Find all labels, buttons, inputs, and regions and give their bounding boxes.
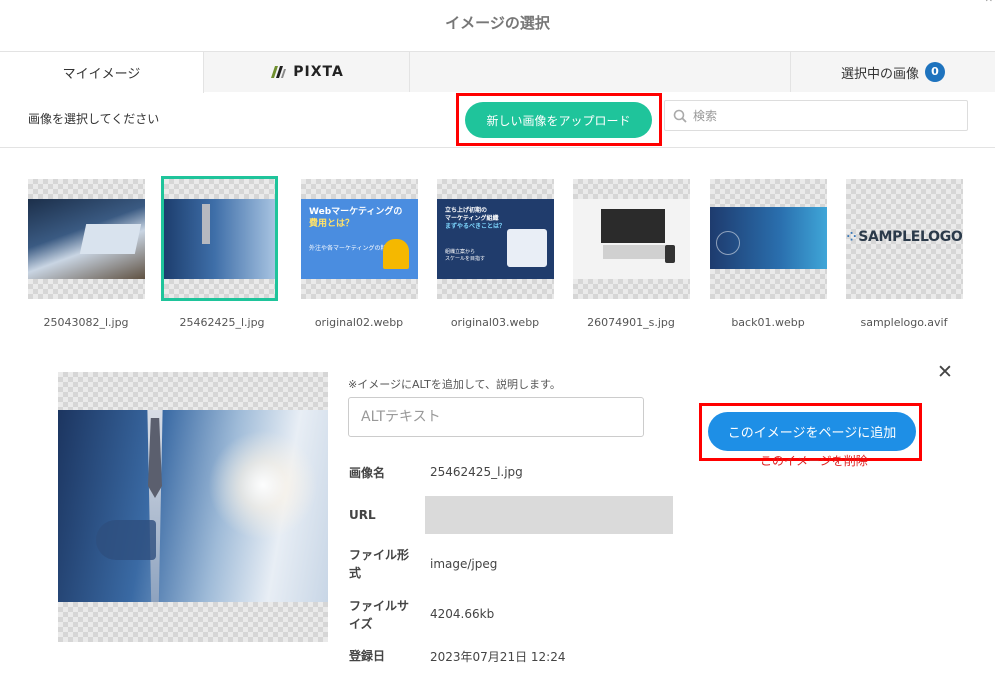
- pixta-label: PIXTA: [293, 64, 344, 80]
- toolbar: 画像を選択してください 新しい画像をアップロード: [0, 92, 995, 148]
- tab-spacer: [410, 52, 791, 92]
- search-input[interactable]: [693, 108, 953, 123]
- pixta-mark-icon: [271, 66, 287, 78]
- add-to-page-button[interactable]: このイメージをページに追加: [708, 412, 916, 451]
- dialog-header: イメージの選択: [0, 0, 995, 52]
- dialog-title: イメージの選択: [445, 14, 550, 32]
- info-value-url: [425, 496, 673, 534]
- selected-count-badge: 0: [925, 62, 945, 82]
- info-label-name: 画像名: [349, 466, 386, 480]
- tab-bar: マイイメージ PIXTA 選択中の画像 0: [0, 52, 995, 93]
- gallery-item-label: 25462425_l.jpg: [179, 316, 265, 329]
- thumbnail-image: 立ち上げ初期の マーケティング組織 まずやるべきことは？ 組織立案から スケール…: [437, 199, 554, 279]
- thumbnail-image: Webマーケティングの 費用とは？ 外注や各マーケティングの料金相場: [301, 199, 418, 279]
- gallery-item-label: original03.webp: [450, 316, 540, 329]
- thumbnail-image: [573, 199, 690, 279]
- gallery-item-label: 25043082_l.jpg: [43, 316, 129, 329]
- tab-my-images[interactable]: マイイメージ: [0, 52, 204, 93]
- gallery-item-label: 26074901_s.jpg: [587, 316, 675, 329]
- info-value-date: 2023年07月21日 12:24: [430, 650, 566, 664]
- detail-preview: [58, 372, 328, 642]
- gallery-item-label: back01.webp: [731, 316, 805, 329]
- gallery-item[interactable]: [28, 179, 145, 299]
- tab-selected-images[interactable]: 選択中の画像 0: [791, 52, 995, 92]
- info-value-name: 25462425_l.jpg: [430, 465, 523, 479]
- tab-my-images-label: マイイメージ: [62, 67, 141, 82]
- alt-text-input[interactable]: [348, 397, 644, 437]
- upload-button[interactable]: 新しい画像をアップロード: [465, 102, 652, 138]
- info-value-file-size: 4204.66kb: [430, 607, 495, 621]
- thumbnail-image: [28, 199, 145, 279]
- tab-selected-label: 選択中の画像: [840, 66, 919, 82]
- tab-pixta[interactable]: PIXTA: [204, 52, 410, 92]
- upload-highlight-frame: 新しい画像をアップロード: [456, 93, 662, 146]
- gallery-item[interactable]: [710, 179, 827, 299]
- info-label-url: URL: [349, 508, 376, 522]
- info-label-file-type: ファイル形式: [349, 548, 410, 580]
- gallery-item-label: samplelogo.avif: [860, 316, 948, 329]
- thumbnail-image: [710, 207, 827, 269]
- gallery-item-label: original02.webp: [314, 316, 404, 329]
- select-hint: 画像を選択してください: [28, 112, 160, 126]
- search-box[interactable]: [664, 100, 968, 131]
- preview-photo: [58, 410, 328, 602]
- gallery-item[interactable]: Webマーケティングの 費用とは？ 外注や各マーケティングの料金相場: [301, 179, 418, 299]
- gallery-item[interactable]: 立ち上げ初期の マーケティング組織 まずやるべきことは？ 組織立案から スケール…: [437, 179, 554, 299]
- pixta-logo: PIXTA: [269, 64, 344, 80]
- thumbnail-image: [164, 199, 275, 279]
- search-icon: [673, 109, 687, 123]
- close-icon[interactable]: ✕: [937, 361, 953, 383]
- info-label-file-size: ファイルサイズ: [349, 599, 410, 631]
- info-label-date: 登録日: [349, 649, 386, 663]
- gallery-item[interactable]: ⁘ SAMPLELOGO: [846, 179, 963, 299]
- corner-close-icon[interactable]: ✕: [985, 0, 993, 5]
- info-value-file-type: image/jpeg: [430, 557, 498, 571]
- samplelogo-image: ⁘ SAMPLELOGO: [846, 229, 963, 245]
- gallery-item-selected[interactable]: [161, 176, 278, 301]
- alt-note: ※イメージにALTを追加して、説明します。: [348, 378, 561, 391]
- delete-image-link[interactable]: このイメージを削除: [760, 452, 868, 469]
- gallery-item[interactable]: [573, 179, 690, 299]
